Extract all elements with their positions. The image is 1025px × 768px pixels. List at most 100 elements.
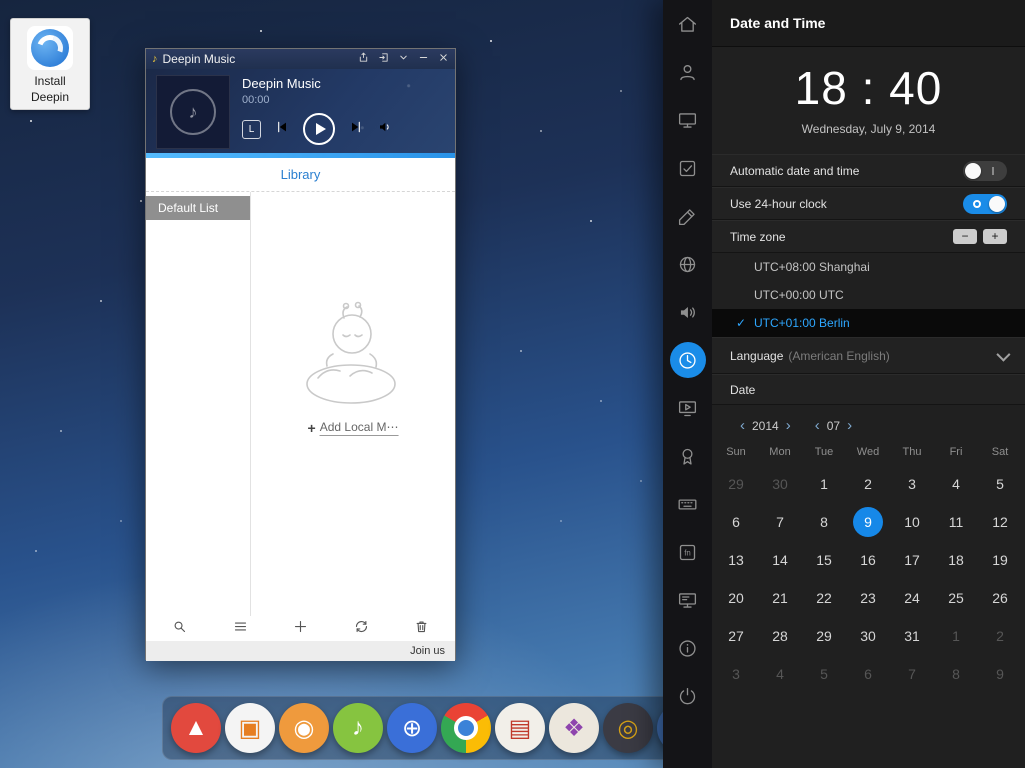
calendar-day[interactable]: 9 [846, 503, 890, 541]
dock-item-files[interactable]: ▤ [495, 703, 545, 753]
hour24-toggle[interactable] [963, 194, 1007, 214]
calendar-day[interactable]: 23 [846, 579, 890, 617]
calendar-day[interactable]: 13 [714, 541, 758, 579]
calendar-day[interactable]: 4 [934, 465, 978, 503]
calendar-day[interactable]: 20 [714, 579, 758, 617]
dock-item-browser[interactable]: ⊕ [387, 703, 437, 753]
mini-mode-icon[interactable] [378, 50, 389, 68]
calendar-day[interactable]: 4 [758, 655, 802, 693]
sidebar-item-keyboard[interactable] [663, 480, 712, 528]
list-view-icon[interactable] [233, 619, 248, 639]
calendar-day[interactable]: 24 [890, 579, 934, 617]
next-button[interactable] [348, 119, 364, 140]
dock-item-deepin-music[interactable]: ♪ [333, 703, 383, 753]
language-row[interactable]: Language (American English) [712, 337, 1025, 374]
dock-item-deepin-store[interactable]: ▣ [225, 703, 275, 753]
dock-item-game-center[interactable]: ◎ [603, 703, 653, 753]
sidebar-item-display[interactable] [663, 96, 712, 144]
progress-bar[interactable] [146, 153, 455, 158]
calendar-day[interactable]: 15 [802, 541, 846, 579]
calendar-day[interactable]: 1 [802, 465, 846, 503]
calendar-day[interactable]: 2 [978, 617, 1022, 655]
share-icon[interactable] [358, 50, 369, 68]
dock-item-launcher[interactable]: ▲ [171, 703, 221, 753]
calendar-day[interactable]: 7 [890, 655, 934, 693]
timezone-option[interactable]: UTC+08:00 Shanghai [712, 253, 1025, 281]
dock-item-media-player[interactable]: ◉ [279, 703, 329, 753]
dock-item-chrome[interactable] [441, 703, 491, 753]
timezone-option[interactable]: ✓UTC+01:00 Berlin [712, 309, 1025, 337]
sidebar-item-datetime[interactable] [663, 336, 712, 384]
timezone-option[interactable]: UTC+00:00 UTC [712, 281, 1025, 309]
calendar-day[interactable]: 30 [846, 617, 890, 655]
calendar-day[interactable]: 12 [978, 503, 1022, 541]
next-month-button[interactable]: › [843, 418, 856, 433]
calendar-day[interactable]: 19 [978, 541, 1022, 579]
add-local-music-link[interactable]: + Add Local M⋯ [308, 420, 399, 436]
calendar-day[interactable]: 29 [714, 465, 758, 503]
volume-icon[interactable] [377, 119, 393, 140]
calendar-day[interactable]: 22 [802, 579, 846, 617]
repeat-icon[interactable] [354, 619, 369, 639]
sidebar-item-personalization[interactable] [663, 192, 712, 240]
calendar-day[interactable]: 5 [802, 655, 846, 693]
lyrics-button[interactable]: L [242, 120, 261, 139]
sidebar-item-default-apps[interactable] [663, 144, 712, 192]
timezone-add-button[interactable]: + [983, 229, 1007, 244]
calendar-day[interactable]: 6 [714, 503, 758, 541]
calendar-day[interactable]: 28 [758, 617, 802, 655]
prev-month-button[interactable]: ‹ [811, 418, 824, 433]
calendar-day[interactable]: 11 [934, 503, 978, 541]
sidebar-item-system-info[interactable] [663, 432, 712, 480]
sidebar-item-driver[interactable] [663, 576, 712, 624]
sidebar-item-shortcuts[interactable]: fn [663, 528, 712, 576]
calendar-day[interactable]: 8 [802, 503, 846, 541]
calendar-day[interactable]: 30 [758, 465, 802, 503]
tab-library[interactable]: Library [281, 167, 321, 182]
search-icon[interactable] [172, 619, 187, 639]
add-icon[interactable] [293, 619, 308, 639]
sidebar-item-sound[interactable] [663, 288, 712, 336]
delete-icon[interactable] [414, 619, 429, 639]
calendar-day[interactable]: 16 [846, 541, 890, 579]
previous-button[interactable] [274, 119, 290, 140]
timezone-remove-button[interactable]: − [953, 229, 977, 244]
sidebar-item-user-accounts[interactable] [663, 48, 712, 96]
calendar-day[interactable]: 9 [978, 655, 1022, 693]
calendar-day[interactable]: 31 [890, 617, 934, 655]
calendar-day[interactable]: 5 [978, 465, 1022, 503]
calendar-day[interactable]: 26 [978, 579, 1022, 617]
sidebar-item-boot-menu[interactable] [663, 384, 712, 432]
play-button[interactable] [303, 113, 335, 145]
sidebar-item-power[interactable] [663, 672, 712, 720]
calendar-day[interactable]: 25 [934, 579, 978, 617]
music-window-titlebar[interactable]: ♪ Deepin Music [146, 49, 455, 69]
auto-datetime-toggle[interactable] [963, 161, 1007, 181]
install-deepin-shortcut[interactable]: Install Deepin [10, 18, 90, 110]
close-icon[interactable] [438, 50, 449, 68]
calendar-day[interactable]: 14 [758, 541, 802, 579]
calendar-day[interactable]: 21 [758, 579, 802, 617]
calendar-day[interactable]: 27 [714, 617, 758, 655]
menu-chevron-icon[interactable] [398, 50, 409, 68]
calendar-day[interactable]: 10 [890, 503, 934, 541]
dock-item-photos[interactable]: ❖ [549, 703, 599, 753]
sidebar-item-about[interactable] [663, 624, 712, 672]
calendar-day[interactable]: 29 [802, 617, 846, 655]
sidebar-item-network[interactable] [663, 240, 712, 288]
calendar-day[interactable]: 3 [714, 655, 758, 693]
calendar-day[interactable]: 1 [934, 617, 978, 655]
calendar-day[interactable]: 8 [934, 655, 978, 693]
minimize-icon[interactable] [418, 50, 429, 68]
prev-year-button[interactable]: ‹ [736, 418, 749, 433]
calendar-day[interactable]: 18 [934, 541, 978, 579]
sidebar-item-home[interactable] [663, 0, 712, 48]
calendar-day[interactable]: 3 [890, 465, 934, 503]
playlist-default-list[interactable]: Default List [146, 196, 250, 220]
join-us-link[interactable]: Join us [410, 645, 445, 657]
calendar-day[interactable]: 6 [846, 655, 890, 693]
calendar-day[interactable]: 17 [890, 541, 934, 579]
calendar-day[interactable]: 7 [758, 503, 802, 541]
calendar-day[interactable]: 2 [846, 465, 890, 503]
next-year-button[interactable]: › [782, 418, 795, 433]
